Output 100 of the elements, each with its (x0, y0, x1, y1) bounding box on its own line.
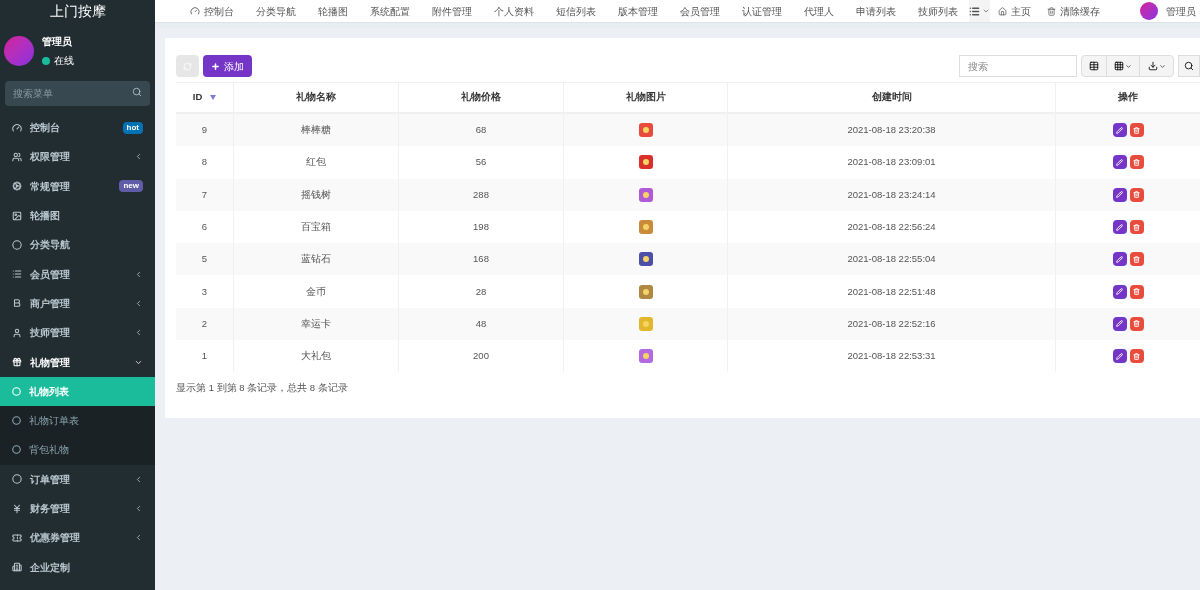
edit-button[interactable] (1112, 316, 1127, 331)
pencil-icon (1116, 352, 1123, 360)
submenu-label: 礼物列表 (29, 384, 69, 399)
menu-icon (12, 357, 22, 367)
menu-icon (12, 562, 22, 573)
search-icon (1184, 61, 1194, 71)
chevron-icon (134, 504, 143, 513)
menu-item[interactable]: 分类导航 (0, 230, 155, 260)
menu-item[interactable]: 技师管理 (0, 318, 155, 348)
column-header[interactable]: 礼物价格 (461, 90, 501, 105)
trash-icon (1133, 320, 1140, 328)
menu-item[interactable]: 常规管理 new (0, 171, 155, 201)
chevron-icon (134, 298, 143, 308)
edit-button[interactable] (1112, 349, 1127, 364)
column-header[interactable]: 操作 (1118, 90, 1138, 105)
edit-button[interactable] (1112, 220, 1127, 235)
export-icon (1147, 61, 1158, 71)
menu-item[interactable]: 商户管理 (0, 288, 155, 319)
price-cell: 200 (473, 349, 489, 364)
time-cell-text: 2021-08-18 22:52:16 (847, 316, 936, 331)
column-header[interactable]: 创建时间 (871, 90, 912, 105)
pencil-icon (1116, 223, 1123, 231)
delete-button[interactable] (1129, 187, 1144, 202)
menu-icon (12, 151, 22, 162)
edit-button[interactable] (1112, 284, 1127, 299)
edit-button[interactable] (1112, 123, 1127, 138)
user-avatar (1140, 2, 1158, 20)
search-button[interactable] (1178, 55, 1200, 77)
clear-cache-link[interactable]: 清除缓存 (1039, 3, 1108, 19)
nav-tab[interactable]: 申请列表 (845, 3, 907, 19)
nav-tab[interactable]: 控制台 (179, 3, 245, 19)
nav-tab[interactable]: 分类导航 (245, 3, 307, 19)
nav-tab[interactable]: 轮播图 (307, 3, 359, 19)
column-header[interactable]: 礼物名称 (296, 90, 336, 105)
nav-tab[interactable]: 短信列表 (545, 3, 607, 19)
table-search-field[interactable]: 搜索 (959, 55, 1077, 77)
menu-label: 技师管理 (30, 326, 71, 341)
menu-item[interactable]: 企业定制 (0, 552, 155, 582)
delete-button[interactable] (1129, 349, 1144, 364)
delete-button[interactable] (1129, 284, 1144, 299)
menu-item[interactable]: 订单管理 (0, 464, 155, 494)
pencil-icon (1116, 191, 1123, 199)
name-cell-text: 百宝箱 (301, 219, 331, 234)
trash-icon (1133, 191, 1140, 199)
price-cell: 56 (475, 155, 487, 170)
edit-button[interactable] (1112, 187, 1127, 202)
menu-item[interactable]: 轮播图 (0, 200, 155, 231)
nav-tab[interactable]: 附件管理 (421, 3, 483, 19)
menu-icon (12, 474, 22, 485)
grid-icon (1114, 61, 1124, 71)
menu-icon (12, 181, 22, 192)
menu-label: 会员管理 (30, 267, 71, 282)
edit-button[interactable] (1112, 252, 1127, 267)
edit-button[interactable] (1112, 155, 1127, 170)
circle-icon (12, 386, 21, 396)
submenu-item[interactable]: 礼物订单表 (0, 405, 155, 436)
menu-item[interactable]: 权限管理 (0, 142, 155, 172)
nav-tab[interactable]: 代理人 (793, 3, 845, 19)
delete-button[interactable] (1129, 220, 1144, 235)
user-name[interactable]: 管理员 (1166, 3, 1196, 19)
plus-icon (211, 61, 220, 71)
nav-tab[interactable]: 技师列表 (907, 3, 969, 19)
delete-button[interactable] (1129, 155, 1144, 170)
menu-dropdown-button[interactable] (969, 0, 990, 22)
nav-tab[interactable]: 个人资料 (483, 3, 545, 19)
nav-tab[interactable]: 会员管理 (669, 3, 731, 19)
price-cell: 168 (473, 252, 489, 267)
home-icon (998, 6, 1007, 16)
nav-tab[interactable]: 系统配置 (359, 3, 421, 19)
delete-button[interactable] (1129, 316, 1144, 331)
brand-title: 上门按摩 (48, 1, 107, 21)
nav-tab[interactable]: 认证管理 (731, 3, 793, 19)
menu-search-field[interactable]: 搜索菜单 (5, 81, 150, 106)
time-cell-text: 2021-08-18 23:20:38 (847, 123, 936, 137)
time-cell: 2021-08-18 22:51:48 (847, 284, 936, 299)
delete-button[interactable] (1129, 123, 1144, 138)
column-header[interactable]: ID (192, 90, 203, 105)
trash-icon (1133, 255, 1140, 263)
menu-item[interactable]: 优惠券管理 (0, 523, 155, 553)
trash-icon (1047, 6, 1056, 16)
home-link[interactable]: 主页 (990, 3, 1039, 19)
menu-label: 轮播图 (30, 209, 61, 224)
trash-icon (1133, 288, 1140, 296)
id-cell: 3 (201, 284, 208, 299)
nav-tab[interactable]: 版本管理 (607, 3, 669, 19)
chevron-icon (134, 152, 143, 162)
menu-icon (12, 239, 22, 250)
column-header[interactable]: 礼物图片 (625, 90, 666, 105)
add-button[interactable]: 添加 (203, 55, 252, 77)
name-cell: 摇钱树 (301, 187, 331, 202)
name-cell: 大礼包 (301, 349, 331, 364)
menu-item[interactable]: 会员管理 (0, 259, 155, 289)
menu-item[interactable]: 控制台 hot (0, 113, 155, 143)
submenu-item[interactable]: 背包礼物 (0, 435, 155, 465)
menu-item[interactable]: 礼物管理 (0, 347, 155, 377)
menu-label: 优惠券管理 (30, 531, 81, 546)
delete-button[interactable] (1129, 252, 1144, 267)
price-cell-text: 48 (475, 316, 487, 331)
status-text: 在线 (54, 54, 74, 68)
menu-item[interactable]: 财务管理 (0, 493, 155, 524)
